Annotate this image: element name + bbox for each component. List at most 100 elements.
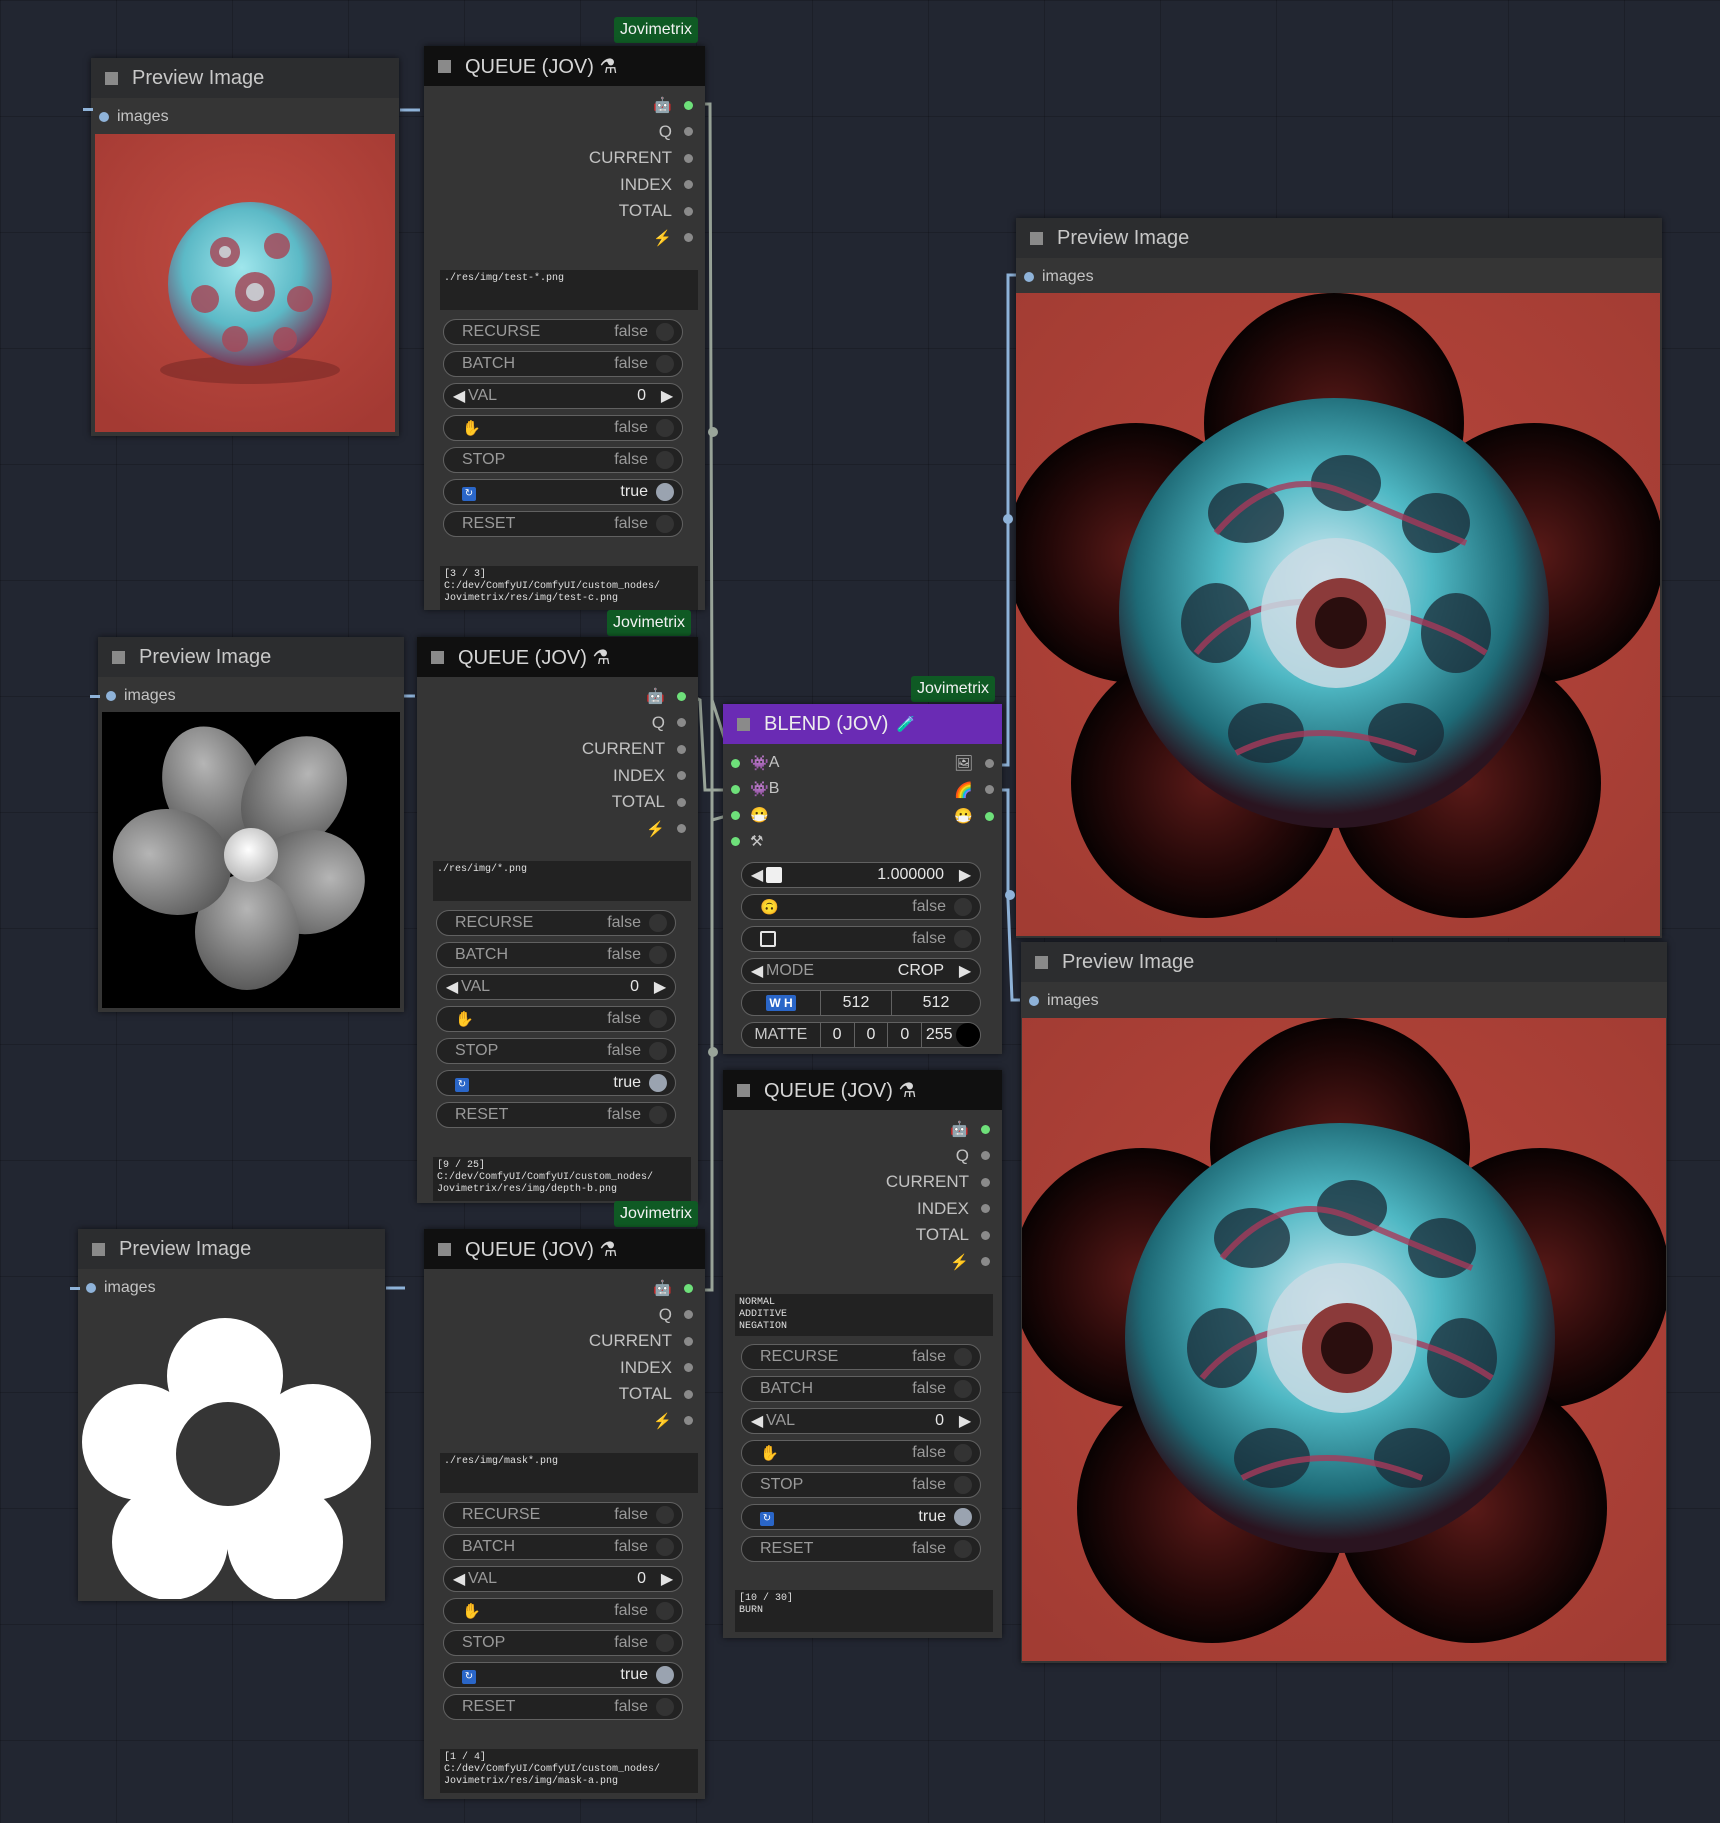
status-textbox[interactable]: [9 / 25] C:/dev/ComfyUI/ComfyUI/custom_n… bbox=[433, 1157, 691, 1201]
collapse-dot[interactable] bbox=[105, 71, 118, 85]
output-dot[interactable] bbox=[684, 1310, 693, 1320]
output-dot[interactable] bbox=[684, 1389, 693, 1399]
decrement-arrow-icon[interactable]: ◀ bbox=[748, 865, 766, 885]
output-dot[interactable] bbox=[985, 785, 994, 795]
decrement-arrow-icon[interactable]: ◀ bbox=[450, 386, 468, 406]
images-input-slot[interactable]: images bbox=[106, 687, 176, 705]
loop-toggle[interactable]: ↻ true bbox=[741, 1504, 981, 1530]
toggle-knob[interactable] bbox=[954, 1348, 972, 1366]
hold-toggle[interactable]: ✋ false bbox=[443, 415, 683, 441]
batch-toggle[interactable]: BATCH false bbox=[436, 942, 676, 968]
collapse-dot[interactable] bbox=[431, 650, 444, 664]
queue-jov-node[interactable]: QUEUE (JOV) ⚗ 🤖 Q CURRENT INDEX TOTAL ⚡ … bbox=[417, 637, 698, 1203]
stop-toggle[interactable]: STOP false bbox=[741, 1472, 981, 1498]
loop-toggle[interactable]: ↻ true bbox=[436, 1070, 676, 1096]
input-dot[interactable] bbox=[1024, 272, 1034, 282]
reset-toggle[interactable]: RESET false bbox=[443, 1694, 683, 1720]
toggle-knob[interactable] bbox=[656, 323, 674, 341]
input-dot[interactable] bbox=[86, 1283, 96, 1293]
invert-toggle[interactable]: false bbox=[741, 926, 981, 952]
output-dot[interactable] bbox=[677, 744, 686, 754]
increment-arrow-icon[interactable]: ▶ bbox=[956, 1411, 974, 1431]
node-title-bar[interactable]: Preview Image bbox=[91, 58, 399, 98]
output-dot[interactable] bbox=[684, 1363, 693, 1373]
node-title-bar[interactable]: QUEUE (JOV) ⚗ bbox=[424, 1229, 705, 1269]
toggle-knob[interactable] bbox=[656, 515, 674, 533]
collapse-dot[interactable] bbox=[1030, 231, 1043, 245]
output-dot[interactable] bbox=[684, 1416, 693, 1426]
stop-toggle[interactable]: STOP false bbox=[436, 1038, 676, 1064]
output-slot-image[interactable]: 🤖 bbox=[589, 1275, 693, 1302]
recurse-toggle[interactable]: RECURSE false bbox=[443, 1502, 683, 1528]
output-slot-total[interactable]: TOTAL bbox=[886, 1222, 990, 1249]
path-textbox[interactable]: NORMAL ADDITIVE NEGATION bbox=[735, 1294, 993, 1336]
output-slot-image[interactable]: 🤖 bbox=[589, 92, 693, 119]
images-input-slot[interactable]: images bbox=[1024, 268, 1094, 286]
batch-toggle[interactable]: BATCH false bbox=[443, 1534, 683, 1560]
output-dot[interactable] bbox=[677, 691, 686, 701]
reset-toggle[interactable]: RESET false bbox=[436, 1102, 676, 1128]
recurse-toggle[interactable]: RECURSE false bbox=[443, 319, 683, 345]
toggle-knob[interactable] bbox=[954, 1476, 972, 1494]
loop-toggle[interactable]: ↻ true bbox=[443, 1662, 683, 1688]
increment-arrow-icon[interactable]: ▶ bbox=[651, 977, 669, 997]
toggle-knob[interactable] bbox=[954, 1444, 972, 1462]
output-slot-index[interactable]: INDEX bbox=[582, 763, 686, 790]
output-slot-rgb[interactable]: 🌈 bbox=[954, 777, 994, 804]
input-dot[interactable] bbox=[731, 836, 740, 846]
reset-toggle[interactable]: RESET false bbox=[741, 1536, 981, 1562]
output-slot-trigger[interactable]: ⚡ bbox=[582, 816, 686, 843]
recurse-toggle[interactable]: RECURSE false bbox=[436, 910, 676, 936]
collapse-dot[interactable] bbox=[438, 1242, 451, 1256]
queue-jov-node[interactable]: QUEUE (JOV) ⚗ 🤖 Q CURRENT INDEX TOTAL ⚡ … bbox=[723, 1070, 1002, 1638]
stop-toggle[interactable]: STOP false bbox=[443, 447, 683, 473]
toggle-knob[interactable] bbox=[656, 1538, 674, 1556]
status-textbox[interactable]: [10 / 30] BURN bbox=[735, 1590, 993, 1632]
path-textbox[interactable]: ./res/img/test-*.png bbox=[440, 270, 698, 310]
queue-jov-node[interactable]: QUEUE (JOV) ⚗ 🤖 Q CURRENT INDEX TOTAL ⚡ … bbox=[424, 1229, 705, 1799]
blend-jov-node[interactable]: BLEND (JOV) 🧪 👾 A 👾 B 😷 ⚒ 🖼 🌈 😷 ◀ 1.000000 ▶… bbox=[723, 704, 1002, 1054]
output-dot[interactable] bbox=[684, 180, 693, 190]
toggle-knob[interactable] bbox=[954, 1540, 972, 1558]
decrement-arrow-icon[interactable]: ◀ bbox=[443, 977, 461, 997]
output-slot-index[interactable]: INDEX bbox=[886, 1196, 990, 1223]
node-title-bar[interactable]: QUEUE (JOV) ⚗ bbox=[723, 1070, 1002, 1110]
images-input-slot[interactable]: images bbox=[1029, 992, 1099, 1010]
increment-arrow-icon[interactable]: ▶ bbox=[956, 865, 974, 885]
collapse-dot[interactable] bbox=[92, 1242, 105, 1256]
preview-image-node[interactable]: Preview Image images bbox=[98, 637, 404, 1012]
images-input-slot[interactable]: images bbox=[86, 1279, 156, 1297]
output-dot[interactable] bbox=[981, 1204, 990, 1214]
output-dot[interactable] bbox=[981, 1230, 990, 1240]
val-number[interactable]: ◀ VAL 0 ▶ bbox=[443, 383, 683, 409]
toggle-knob[interactable] bbox=[649, 946, 667, 964]
toggle-knob[interactable] bbox=[656, 483, 674, 501]
toggle-knob[interactable] bbox=[656, 1634, 674, 1652]
output-slot-q[interactable]: Q bbox=[589, 1302, 693, 1329]
output-dot[interactable] bbox=[684, 127, 693, 137]
output-slot-total[interactable]: TOTAL bbox=[582, 789, 686, 816]
val-number[interactable]: ◀ VAL 0 ▶ bbox=[741, 1408, 981, 1434]
decrement-arrow-icon[interactable]: ◀ bbox=[748, 1411, 766, 1431]
preview-image-node[interactable]: Preview Image images bbox=[1021, 942, 1667, 1663]
hold-toggle[interactable]: ✋ false bbox=[436, 1006, 676, 1032]
input-slot-b[interactable]: 👾 B bbox=[731, 780, 779, 798]
toggle-knob[interactable] bbox=[656, 1506, 674, 1524]
toggle-knob[interactable] bbox=[954, 1380, 972, 1398]
output-slot-index[interactable]: INDEX bbox=[589, 172, 693, 199]
output-dot[interactable] bbox=[677, 797, 686, 807]
output-slot-total[interactable]: TOTAL bbox=[589, 1381, 693, 1408]
output-slot-mask[interactable]: 😷 bbox=[954, 803, 994, 830]
output-dot[interactable] bbox=[684, 206, 693, 216]
output-slot-q[interactable]: Q bbox=[589, 119, 693, 146]
reset-toggle[interactable]: RESET false bbox=[443, 511, 683, 537]
prev-arrow-icon[interactable]: ◀ bbox=[748, 961, 766, 981]
toggle-knob[interactable] bbox=[649, 914, 667, 932]
matte-b-value[interactable]: 0 bbox=[888, 1023, 923, 1047]
input-slot-mask[interactable]: 😷 bbox=[731, 806, 769, 824]
output-slot-trigger[interactable]: ⚡ bbox=[886, 1249, 990, 1276]
collapse-dot[interactable] bbox=[737, 717, 750, 731]
input-dot[interactable] bbox=[731, 810, 740, 820]
output-dot[interactable] bbox=[981, 1151, 990, 1161]
output-slot-q[interactable]: Q bbox=[886, 1143, 990, 1170]
